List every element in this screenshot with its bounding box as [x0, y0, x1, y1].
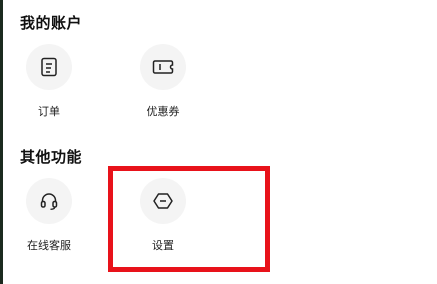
order-list-icon [41, 57, 57, 77]
customer-service-icon-circle [26, 178, 72, 224]
section-title-other-features: 其他功能 [20, 148, 83, 166]
coupon-icon-circle [140, 44, 186, 90]
headset-icon [40, 193, 58, 210]
order-button[interactable]: 订单 [14, 44, 84, 120]
coupon-ticket-icon [152, 60, 174, 74]
settings-hexagon-icon [153, 193, 173, 209]
customer-service-label: 在线客服 [27, 239, 71, 252]
customer-service-button[interactable]: 在线客服 [14, 178, 84, 254]
order-icon-circle [26, 44, 72, 90]
settings-label: 设置 [152, 239, 174, 252]
coupon-button[interactable]: 优惠券 [128, 44, 198, 120]
coupon-label: 优惠券 [146, 105, 180, 118]
left-edge-divider [0, 0, 3, 284]
section-title-my-account: 我的账户 [20, 14, 83, 32]
order-label: 订单 [38, 105, 60, 118]
settings-button[interactable]: 设置 [128, 178, 198, 254]
settings-icon-circle [140, 178, 186, 224]
